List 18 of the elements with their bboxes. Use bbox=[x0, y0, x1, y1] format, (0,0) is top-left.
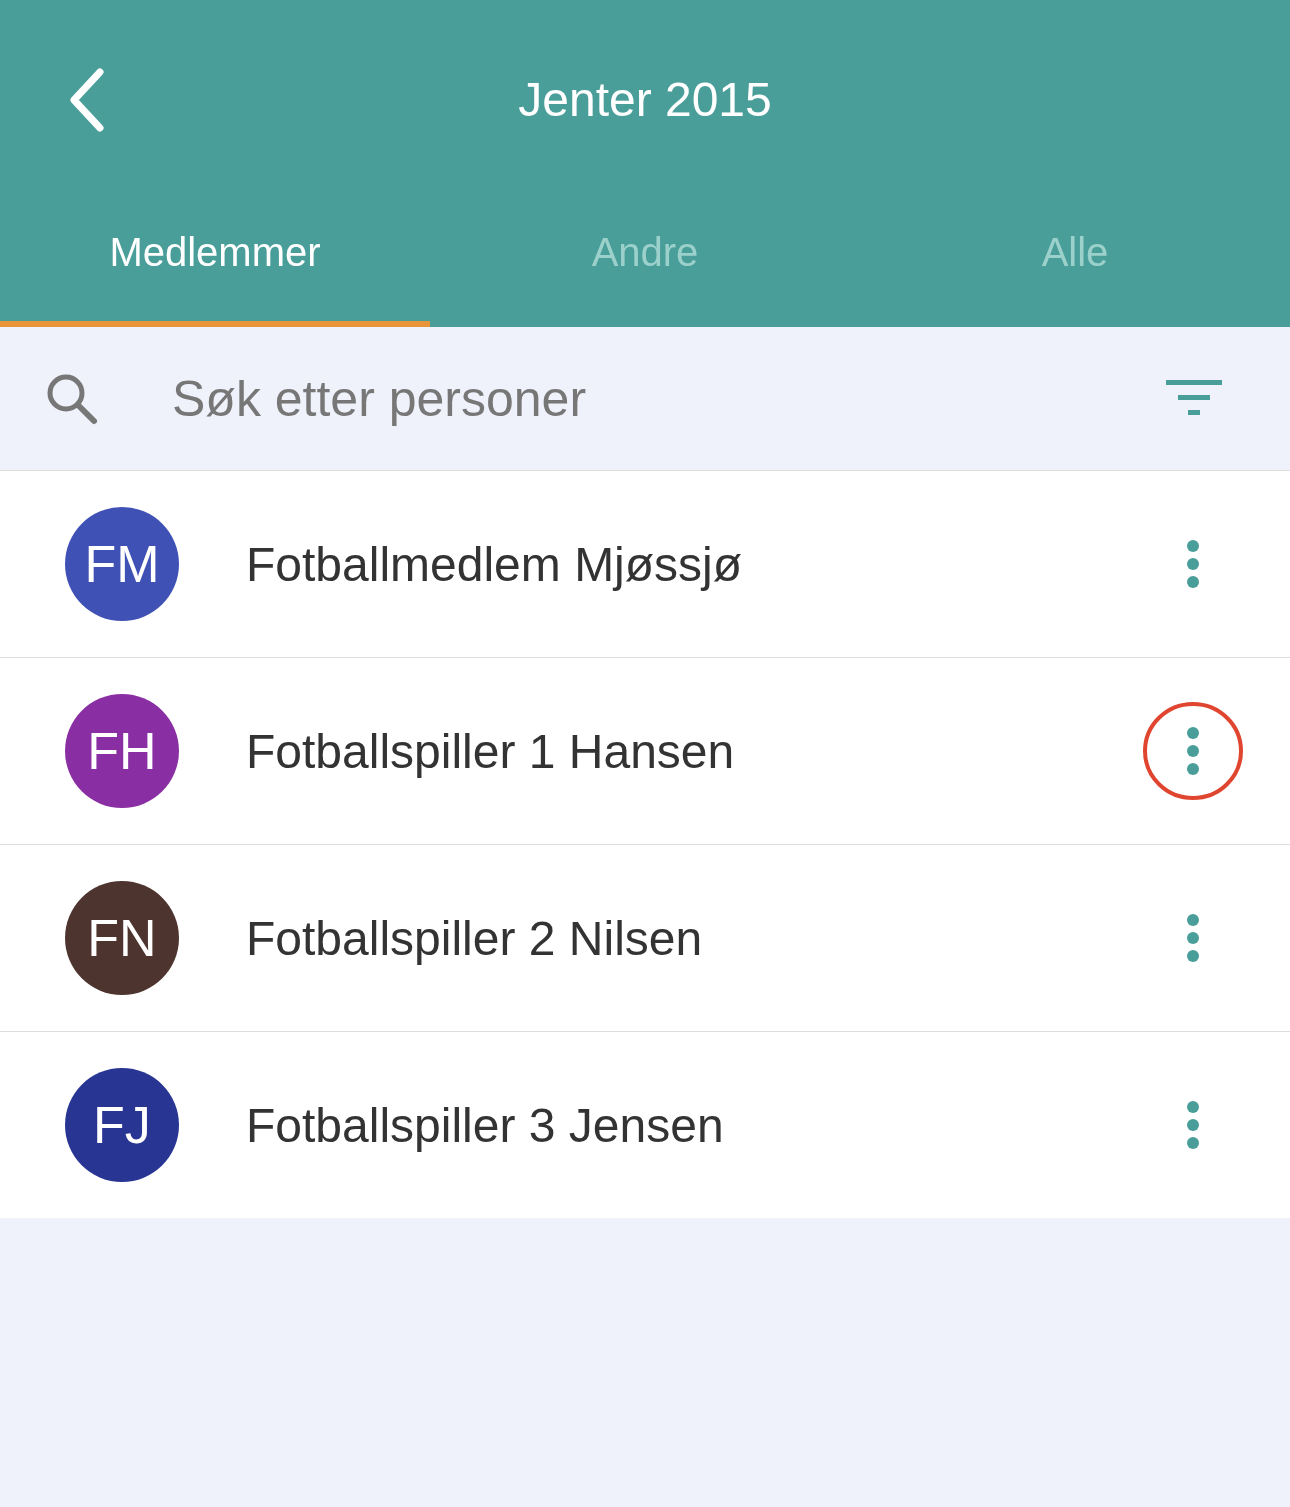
tab[interactable]: Medlemmer bbox=[0, 200, 430, 327]
tab[interactable]: Andre bbox=[430, 200, 860, 327]
avatar: FN bbox=[65, 881, 179, 995]
avatar: FM bbox=[65, 507, 179, 621]
member-name: Fotballspiller 1 Hansen bbox=[246, 723, 736, 779]
avatar: FJ bbox=[65, 1068, 179, 1182]
more-icon[interactable] bbox=[1186, 726, 1200, 776]
avatar: FH bbox=[65, 694, 179, 808]
member-name: Fotballmedlem Mjøssjø bbox=[246, 536, 744, 592]
member-name: Fotballspiller 2 Nilsen bbox=[246, 910, 704, 966]
more-icon[interactable] bbox=[1186, 1100, 1200, 1150]
search-field[interactable]: Søk etter personer bbox=[170, 368, 1166, 429]
filter-icon[interactable] bbox=[1166, 379, 1222, 418]
more-icon[interactable] bbox=[1186, 913, 1200, 963]
more-icon[interactable] bbox=[1186, 539, 1200, 589]
member-name: Fotballspiller 3 Jensen bbox=[246, 1097, 725, 1153]
screen-title: Jenter 2015 bbox=[518, 71, 772, 127]
tab[interactable]: Alle bbox=[860, 200, 1290, 327]
